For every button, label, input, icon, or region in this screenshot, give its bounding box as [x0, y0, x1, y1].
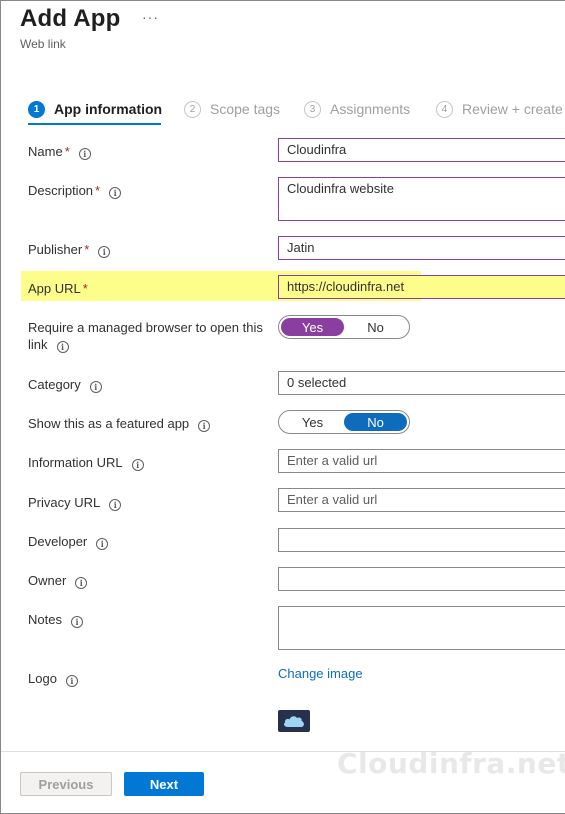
owner-field[interactable]	[278, 567, 565, 591]
tab-review-create[interactable]: 4 Review + create	[436, 98, 563, 120]
watermark-text: Cloudinfra.net	[337, 747, 565, 780]
publisher-field[interactable]: Jatin	[278, 236, 565, 260]
info-icon[interactable]: i	[65, 675, 78, 687]
tab-scope-tags[interactable]: 2 Scope tags	[184, 98, 280, 120]
name-field[interactable]: Cloudinfra	[278, 138, 565, 162]
managed-browser-no[interactable]: No	[344, 318, 407, 336]
required-marker: *	[82, 281, 88, 296]
featured-app-toggle[interactable]: Yes No	[278, 410, 410, 434]
notes-field[interactable]	[278, 606, 565, 650]
ellipsis-icon[interactable]: ···	[142, 9, 159, 25]
active-step-underline	[28, 123, 161, 125]
previous-button[interactable]: Previous	[20, 772, 112, 796]
next-button[interactable]: Next	[124, 772, 204, 796]
cloud-icon	[278, 710, 310, 732]
information-url-field[interactable]: Enter a valid url	[278, 449, 565, 473]
change-image-link[interactable]: Change image	[278, 666, 363, 681]
page-subtitle: Web link	[20, 37, 66, 51]
managed-browser-toggle[interactable]: Yes No	[278, 315, 410, 339]
info-icon[interactable]: i	[96, 538, 109, 550]
step-number-icon: 1	[28, 100, 45, 118]
description-field[interactable]: Cloudinfra website	[278, 177, 565, 221]
info-icon[interactable]: i	[56, 341, 69, 353]
featured-app-yes[interactable]: Yes	[281, 413, 344, 431]
featured-app-no[interactable]: No	[344, 413, 407, 431]
info-icon[interactable]: i	[131, 459, 144, 471]
step-label: Assignments	[330, 101, 411, 117]
step-number-icon: 2	[184, 100, 201, 118]
tab-app-information[interactable]: 1 App information	[28, 98, 162, 120]
notes-label: Notes i	[28, 611, 83, 628]
step-number-icon: 3	[304, 100, 321, 118]
info-icon[interactable]: i	[98, 246, 111, 258]
info-icon[interactable]: i	[75, 577, 88, 589]
owner-label: Owner i	[28, 572, 88, 589]
step-label: Review + create	[462, 101, 563, 117]
info-icon[interactable]: i	[198, 420, 211, 432]
privacy-url-field[interactable]: Enter a valid url	[278, 488, 565, 512]
info-icon[interactable]: i	[70, 616, 83, 628]
step-number-icon: 4	[436, 100, 453, 118]
privacy-url-label: Privacy URL i	[28, 494, 122, 511]
info-icon[interactable]: i	[109, 499, 122, 511]
app-url-label: App URL *	[28, 281, 88, 296]
page-title: Add App	[20, 5, 121, 32]
developer-field[interactable]	[278, 528, 565, 552]
name-label: Name * i	[28, 143, 91, 160]
managed-browser-yes[interactable]: Yes	[281, 318, 344, 336]
developer-label: Developer i	[28, 533, 109, 550]
app-url-field[interactable]: https://cloudinfra.net	[278, 275, 565, 299]
required-marker: *	[84, 242, 90, 257]
description-label: Description * i	[28, 182, 122, 199]
publisher-label: Publisher * i	[28, 241, 111, 258]
info-icon[interactable]: i	[78, 148, 91, 160]
featured-app-label: Show this as a featured app i	[28, 415, 211, 432]
info-icon[interactable]: i	[89, 381, 102, 393]
category-select[interactable]: 0 selected	[278, 371, 565, 395]
add-app-panel: Add App ··· Web link 1 App information 2…	[0, 0, 565, 814]
required-marker: *	[64, 144, 70, 159]
info-icon[interactable]: i	[109, 187, 122, 199]
category-label: Category i	[28, 376, 102, 393]
step-label: App information	[54, 101, 163, 117]
required-marker: *	[95, 183, 101, 198]
managed-browser-label: Require a managed browser to open this l…	[28, 320, 263, 353]
logo-label: Logo i	[28, 670, 78, 687]
information-url-label: Information URL i	[28, 454, 144, 471]
step-label: Scope tags	[210, 101, 281, 117]
tab-assignments[interactable]: 3 Assignments	[304, 98, 410, 120]
